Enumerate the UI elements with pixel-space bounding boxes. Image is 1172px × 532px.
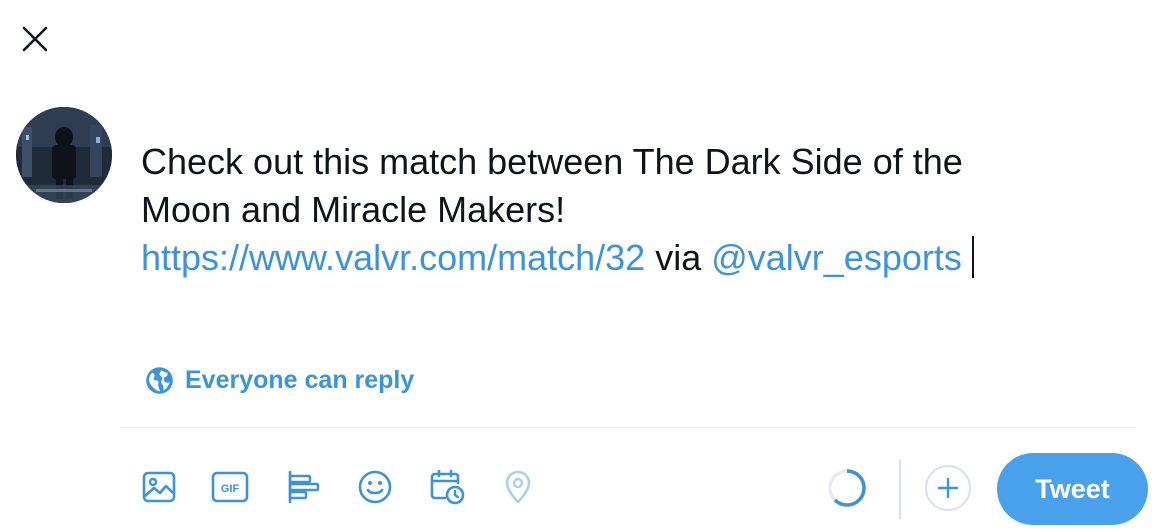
add-emoji-button[interactable] (355, 467, 395, 507)
poll-icon (288, 470, 320, 504)
tweet-text-line1: Check out this match between The Dark Si… (141, 141, 963, 182)
image-icon (142, 471, 176, 503)
add-poll-button[interactable] (283, 467, 323, 507)
tweet-via-text: via (645, 237, 712, 278)
toolbar-vertical-separator (899, 459, 901, 519)
tweet-button[interactable]: Tweet (997, 453, 1148, 525)
emoji-icon (358, 470, 392, 504)
schedule-icon (430, 469, 465, 505)
add-gif-button[interactable]: GIF (210, 467, 250, 507)
tweet-textarea[interactable]: Check out this match between The Dark Si… (141, 138, 1101, 282)
add-thread-button[interactable] (925, 465, 971, 511)
tweet-mention[interactable]: @valvr_esports (711, 237, 962, 278)
reply-setting-label: Everyone can reply (185, 365, 415, 394)
plus-icon (937, 477, 959, 499)
tweet-text-line2: Moon and Miracle Makers! (141, 189, 566, 230)
reply-setting-button[interactable]: Everyone can reply (145, 363, 414, 397)
schedule-button[interactable] (427, 467, 467, 507)
location-icon (505, 470, 531, 504)
globe-icon (146, 366, 173, 394)
character-count-progress (827, 468, 867, 508)
close-icon (22, 26, 48, 52)
avatar-image (16, 107, 112, 203)
gif-icon: GIF (211, 471, 249, 503)
close-button[interactable] (14, 18, 56, 60)
tweet-link-url[interactable]: https://www.valvr.com/match/32 (141, 237, 645, 278)
add-location-button[interactable] (498, 467, 538, 507)
avatar[interactable] (16, 107, 112, 203)
add-media-button[interactable] (139, 467, 179, 507)
svg-text:GIF: GIF (221, 483, 240, 495)
tweet-composer: Check out this match between The Dark Si… (0, 0, 1172, 532)
toolbar-divider (120, 427, 1136, 428)
text-caret (971, 236, 974, 278)
